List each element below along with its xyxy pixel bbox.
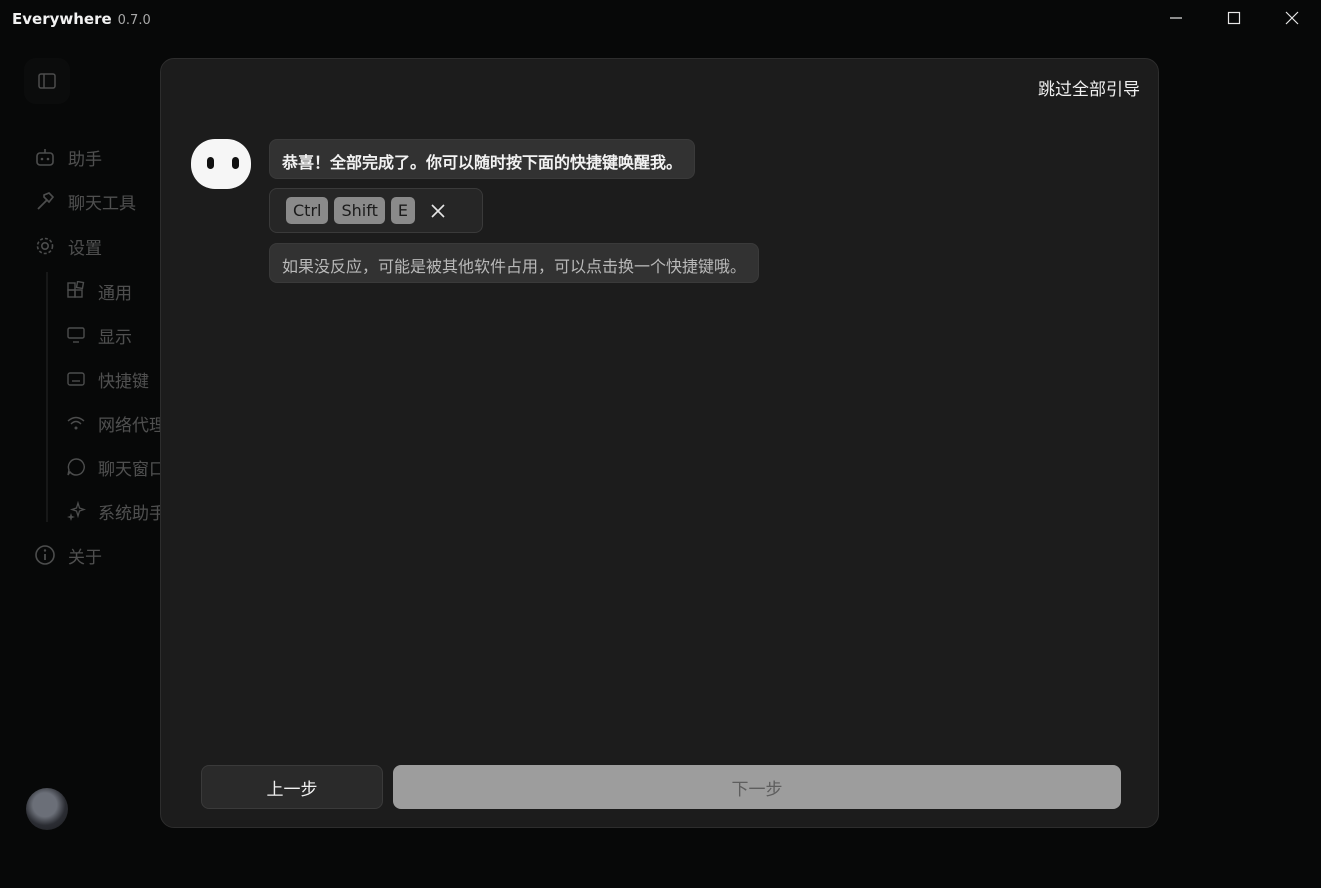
- apps-icon: [67, 281, 85, 298]
- hammer-icon: [37, 192, 55, 210]
- wifi-icon: [67, 416, 85, 430]
- sidebar-item-general[interactable]: 通用: [66, 276, 132, 306]
- mascot-eye: [232, 157, 239, 169]
- robot-icon: [36, 149, 54, 166]
- minimize-button[interactable]: [1147, 0, 1205, 36]
- app-title: Everywhere 0.7.0: [12, 10, 151, 28]
- sidebar-item-label: 助手: [68, 149, 102, 170]
- sidebar-item-label: 网络代理: [98, 415, 166, 436]
- info-icon: [35, 545, 55, 565]
- app-name: Everywhere: [12, 10, 112, 28]
- minimize-icon: [1170, 17, 1182, 19]
- sidebar-item-chat-window[interactable]: 聊天窗口: [66, 452, 166, 482]
- sidebar-item-system-assistant[interactable]: 系统助手: [66, 496, 166, 526]
- keyboard-icon: [67, 372, 85, 386]
- sparkle-icon: [67, 501, 86, 521]
- message-bubble: 恭喜！全部完成了。你可以随时按下面的快捷键唤醒我。: [269, 139, 696, 179]
- close-icon: [1285, 11, 1299, 25]
- previous-step-button[interactable]: 上一步: [201, 765, 383, 809]
- maximize-icon: [1227, 11, 1241, 25]
- sidebar-item-label: 关于: [68, 547, 102, 568]
- next-step-button[interactable]: 下一步: [393, 765, 1121, 809]
- mascot-eye: [207, 157, 214, 169]
- sidebar-item-label: 设置: [68, 238, 102, 259]
- sidebar-item-label: 显示: [98, 327, 132, 348]
- key-cap-shift: Shift: [334, 197, 385, 224]
- clear-shortcut-button[interactable]: [431, 203, 445, 218]
- monitor-icon: [67, 327, 85, 343]
- sidebar-item-about[interactable]: 关于: [34, 540, 102, 570]
- sidebar-item-label: 聊天窗口: [98, 459, 166, 480]
- sidebar: 助手 聊天工具 设置 通用 显示 快捷键 网络代理 聊天窗口 系统助手 关于: [0, 40, 166, 888]
- sidebar-item-shortcuts[interactable]: 快捷键: [66, 364, 149, 394]
- chat-bubble-icon: [67, 458, 85, 476]
- close-button[interactable]: [1263, 0, 1321, 36]
- sidebar-toggle-button[interactable]: [24, 58, 70, 104]
- sidebar-item-assistant[interactable]: 助手: [34, 142, 102, 172]
- app-version: 0.7.0: [117, 13, 151, 28]
- sidebar-item-label: 聊天工具: [68, 193, 136, 214]
- maximize-button[interactable]: [1205, 0, 1263, 36]
- sidebar-item-display[interactable]: 显示: [66, 320, 132, 350]
- skip-all-guides-link[interactable]: 跳过全部引导: [1038, 75, 1140, 100]
- sidebar-item-chat-tools[interactable]: 聊天工具: [34, 186, 136, 216]
- mascot-avatar: [191, 139, 251, 189]
- avatar[interactable]: [26, 788, 68, 830]
- sidebar-item-label: 通用: [98, 283, 132, 304]
- hint-bubble: 如果没反应，可能是被其他软件占用，可以点击换一个快捷键哦。: [269, 243, 760, 283]
- sidebar-item-settings[interactable]: 设置: [34, 231, 102, 261]
- sidebar-item-network-proxy[interactable]: 网络代理: [66, 408, 166, 438]
- close-icon: [431, 203, 445, 218]
- submenu-guide-line: [46, 272, 48, 522]
- title-bar: Everywhere 0.7.0: [0, 0, 1321, 40]
- gear-icon: [36, 237, 54, 255]
- sidebar-toggle-icon: [38, 73, 56, 89]
- sidebar-item-label: 系统助手: [98, 503, 166, 524]
- key-cap-ctrl: Ctrl: [286, 197, 329, 224]
- sidebar-item-label: 快捷键: [98, 371, 149, 392]
- guide-dialog: 跳过全部引导 恭喜！全部完成了。你可以随时按下面的快捷键唤醒我。 Ctrl Sh…: [160, 58, 1159, 828]
- key-cap-e: E: [390, 197, 415, 224]
- shortcut-recorder[interactable]: Ctrl Shift E: [269, 188, 483, 233]
